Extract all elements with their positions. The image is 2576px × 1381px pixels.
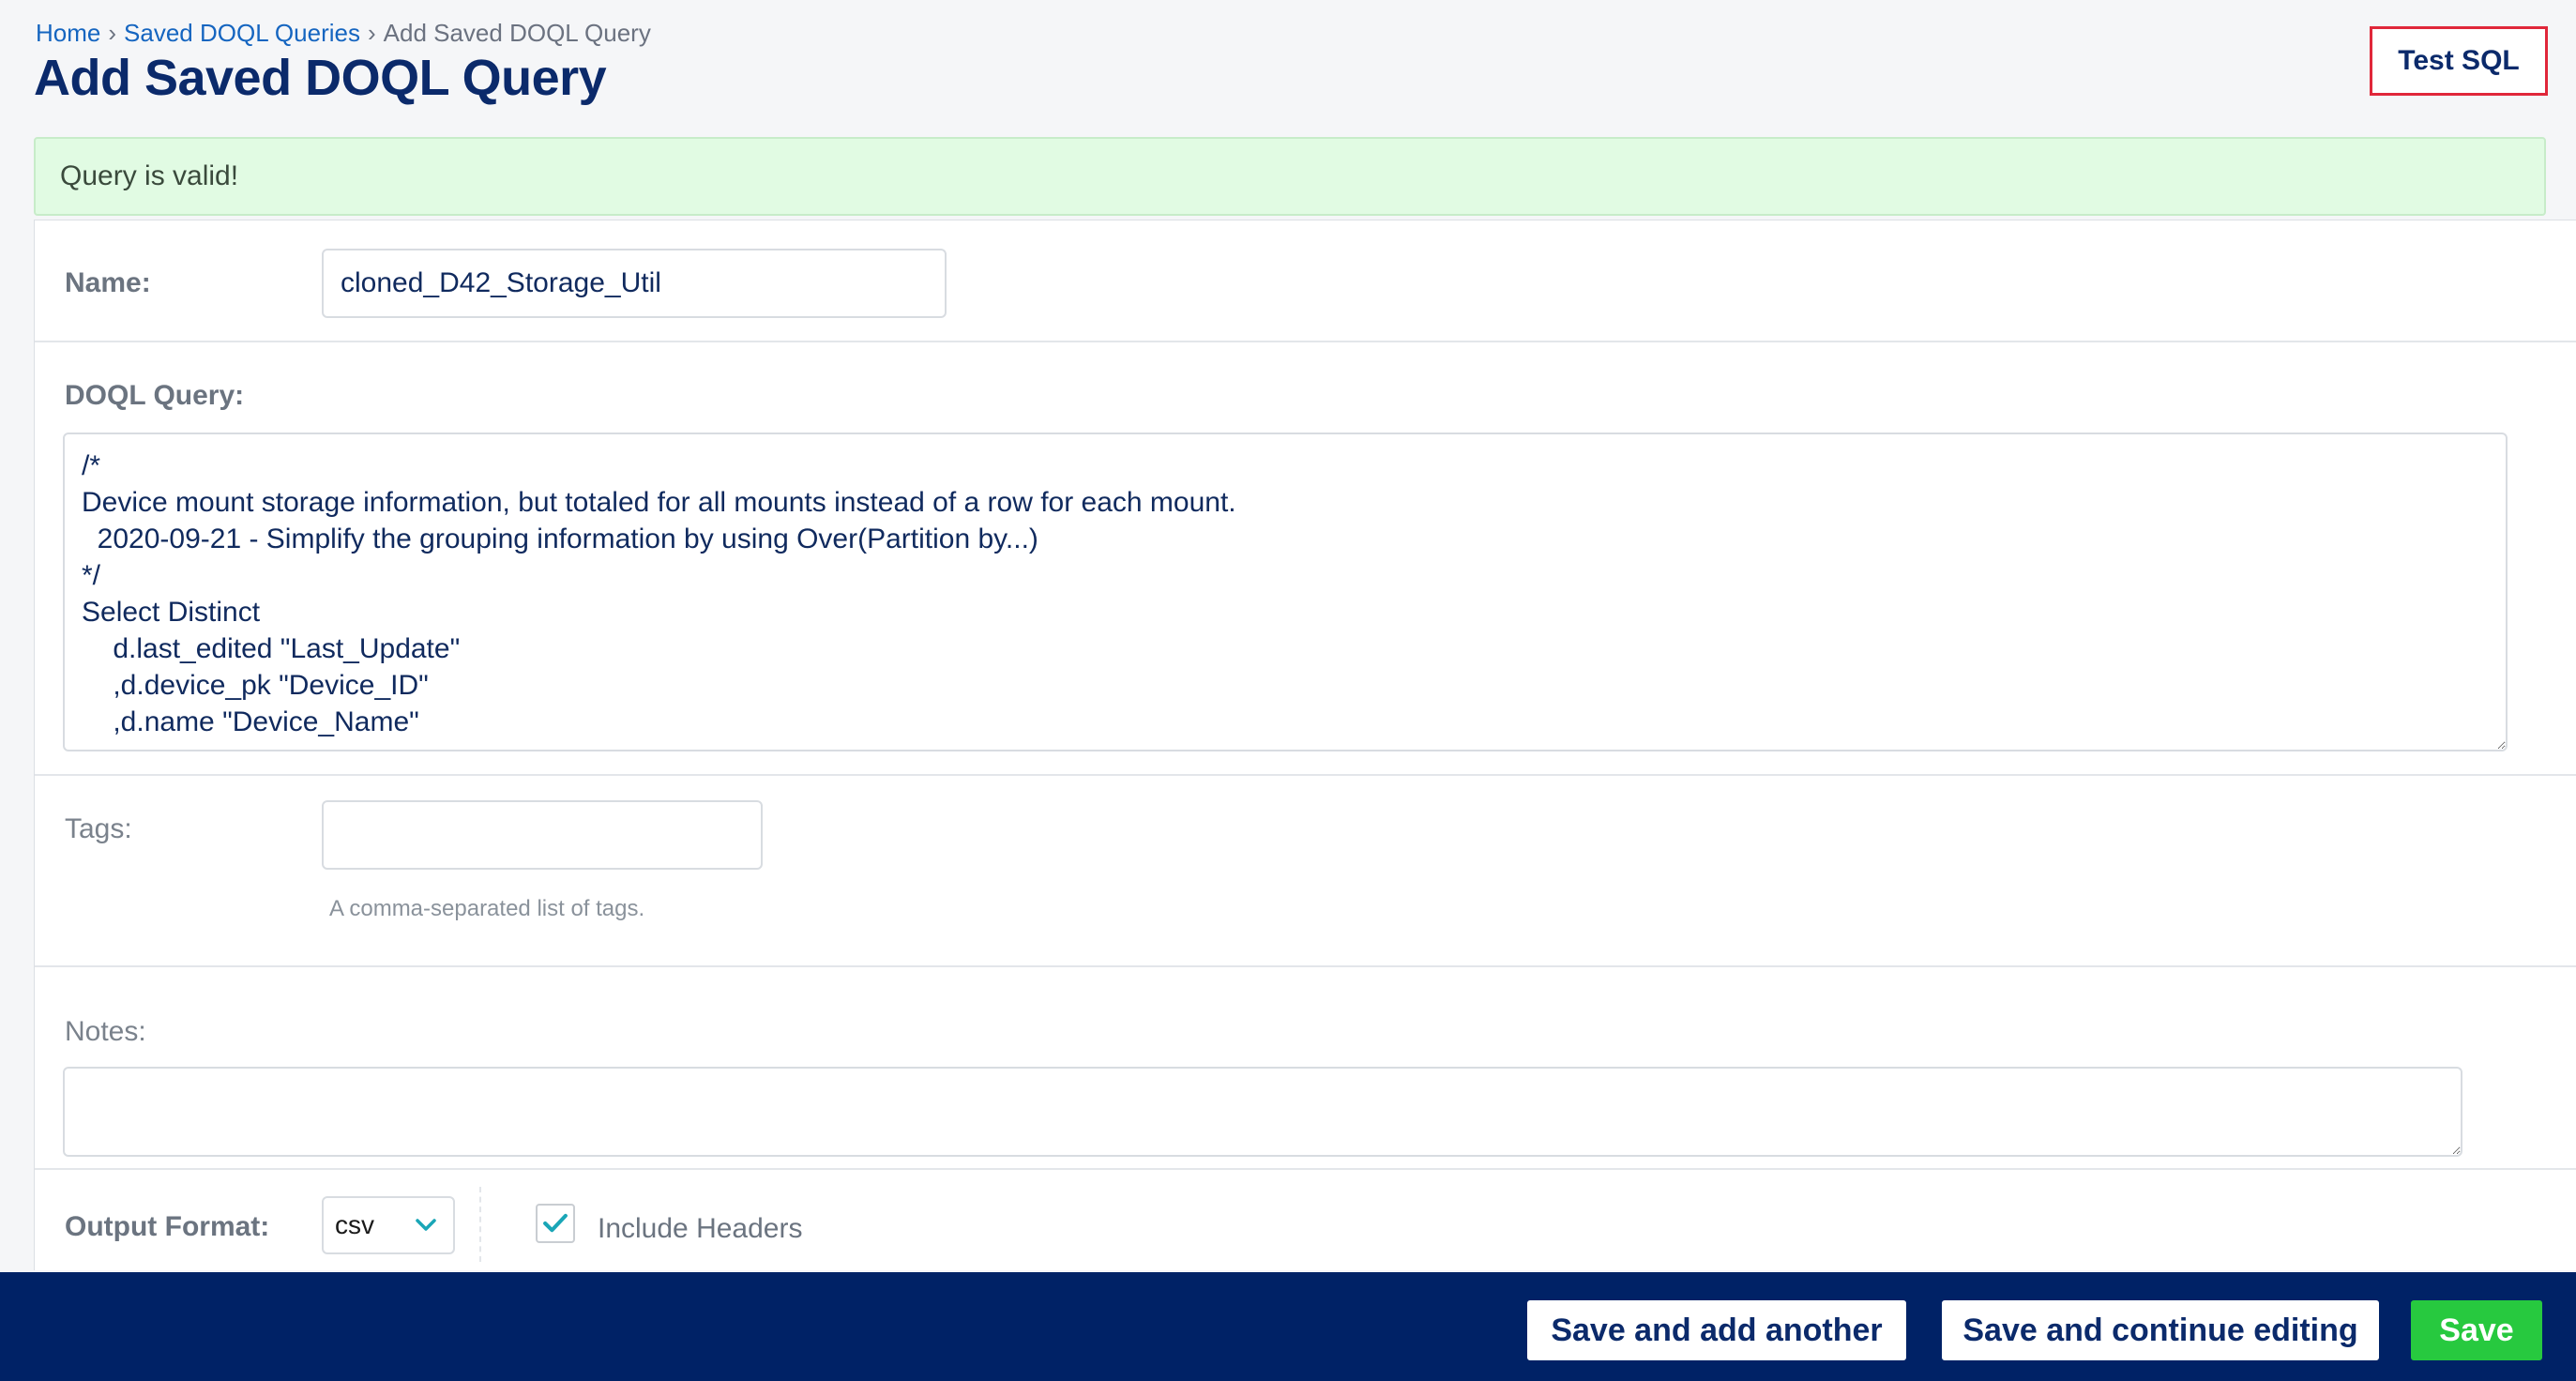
tags-label: Tags: [65,813,132,844]
breadcrumb-separator: › [108,19,117,47]
name-input[interactable] [322,249,947,318]
checkmark-icon [543,1213,568,1233]
output-format-select[interactable]: csv [322,1196,455,1254]
query-row: DOQL Query: /* Device mount storage info… [35,342,2576,776]
output-format-label: Output Format: [65,1211,270,1242]
output-row: Output Format: csv Include Headers [35,1170,2576,1271]
save-button[interactable]: Save [2411,1300,2542,1360]
notes-row: Notes: [35,967,2576,1170]
notes-label: Notes: [65,1016,146,1047]
include-headers-label: Include Headers [598,1213,803,1244]
notes-textarea[interactable] [63,1067,2462,1157]
test-sql-button[interactable]: Test SQL [2370,26,2548,96]
name-label: Name: [65,267,151,298]
action-footer: Save and add another Save and continue e… [0,1272,2576,1381]
breadcrumb-home-link[interactable]: Home [36,19,100,47]
field-divider [479,1187,481,1262]
doql-query-label: DOQL Query: [65,380,245,411]
page-title: Add Saved DOQL Query [34,50,607,106]
save-and-continue-editing-button[interactable]: Save and continue editing [1942,1300,2379,1360]
breadcrumb-current: Add Saved DOQL Query [383,19,651,47]
output-format-value: csv [335,1210,374,1239]
query-form: Name: DOQL Query: /* Device mount storag… [34,220,2576,1270]
breadcrumb-separator: › [367,19,376,47]
chevron-down-icon [416,1219,436,1231]
name-row: Name: [35,220,2576,342]
tags-row: Tags: A comma-separated list of tags. [35,776,2576,967]
breadcrumb-saved-queries-link[interactable]: Saved DOQL Queries [124,19,360,47]
tags-input[interactable] [322,800,763,870]
include-headers-checkbox[interactable] [536,1204,575,1243]
doql-query-textarea[interactable]: /* Device mount storage information, but… [63,433,2508,751]
success-message: Query is valid! [34,137,2546,216]
save-and-add-another-button[interactable]: Save and add another [1527,1300,1906,1360]
breadcrumb: Home › Saved DOQL Queries › Add Saved DOQL Q… [36,19,651,48]
tags-help-text: A comma-separated list of tags. [329,896,645,921]
